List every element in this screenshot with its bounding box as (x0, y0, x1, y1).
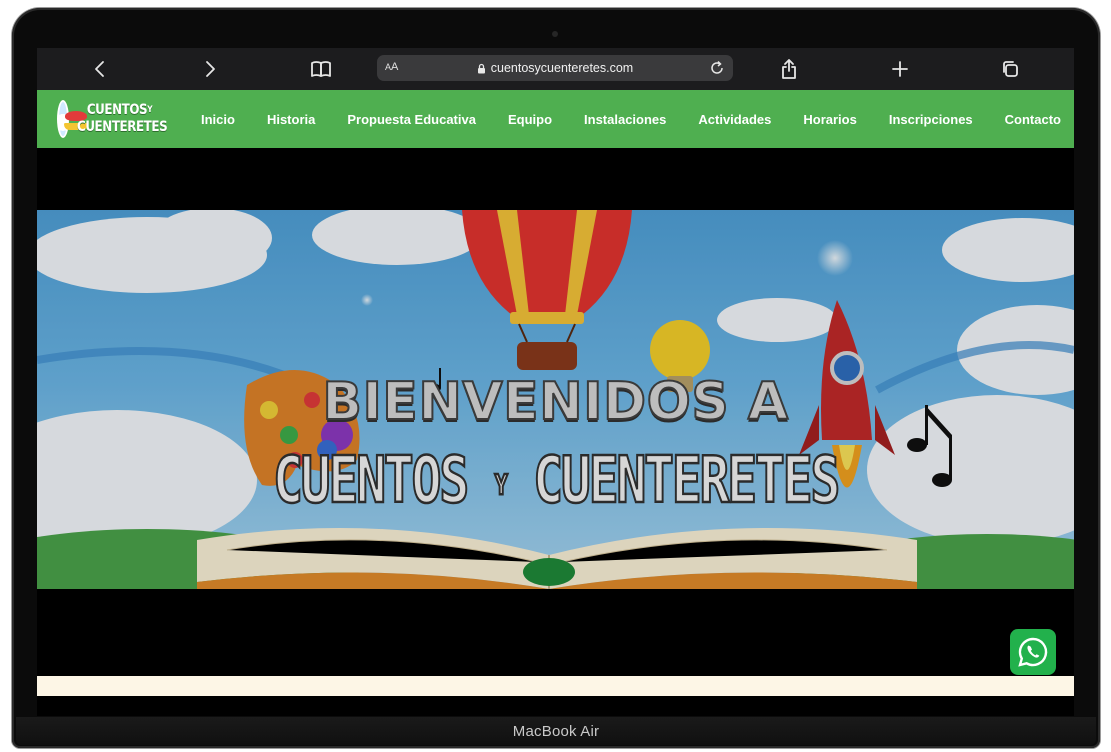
chevron-left-icon (95, 61, 104, 77)
nav-inicio[interactable]: Inicio (201, 112, 235, 127)
site-nav: CUENTOSY CUENTERETES Inicio Historia Pro… (37, 90, 1074, 148)
nav-equipo[interactable]: Equipo (508, 112, 552, 127)
reload-icon (711, 60, 723, 74)
hero-brand: CUENTOS Y CUENTERETES (272, 443, 841, 520)
book-icon (311, 61, 331, 77)
reader-button[interactable] (303, 48, 339, 90)
logo-text: CUENTOSY CUENTERETES (76, 102, 168, 135)
hero-title: BIENVENIDOS A (321, 371, 789, 433)
whatsapp-icon (1018, 637, 1048, 667)
forward-button[interactable] (192, 48, 228, 90)
lock-icon (477, 63, 485, 73)
balloon-logo-icon (57, 100, 88, 138)
hero-banner: BIENVENIDOS A CUENTOS Y CUENTERETES (37, 210, 1074, 589)
share-button[interactable] (771, 48, 807, 90)
nav-links: Inicio Historia Propuesta Educativa Equi… (201, 90, 1074, 148)
next-section-strip (37, 676, 1074, 696)
device-label: MacBook Air (512, 722, 600, 740)
whatsapp-button[interactable] (1010, 629, 1056, 675)
tabs-icon (1003, 61, 1018, 77)
reload-button[interactable] (707, 58, 727, 78)
share-icon (782, 59, 796, 79)
plus-icon (892, 61, 908, 77)
nav-horarios[interactable]: Horarios (803, 112, 856, 127)
nav-actividades[interactable]: Actividades (698, 112, 771, 127)
site-logo[interactable]: CUENTOSY CUENTERETES (57, 98, 187, 140)
nav-instalaciones[interactable]: Instalaciones (584, 112, 666, 127)
new-tab-button[interactable] (882, 48, 918, 90)
nav-contacto[interactable]: Contacto (1005, 112, 1061, 127)
laptop-base: MacBook Air (16, 717, 1096, 745)
nav-historia[interactable]: Historia (267, 112, 315, 127)
camera (552, 31, 558, 37)
url-text: cuentosycuenteretes.com (490, 61, 634, 75)
nav-propuesta-educativa[interactable]: Propuesta Educativa (347, 112, 476, 127)
address-bar[interactable]: AA cuentosycuenteretes.com (377, 55, 733, 81)
tabs-button[interactable] (992, 48, 1028, 90)
screen: AA cuentosycuenteretes.com CUENTOSY CUEN… (37, 48, 1074, 716)
chevron-right-icon (206, 61, 215, 77)
nav-inscripciones[interactable]: Inscripciones (889, 112, 973, 127)
browser-toolbar: AA cuentosycuenteretes.com (37, 48, 1074, 90)
back-button[interactable] (82, 48, 118, 90)
